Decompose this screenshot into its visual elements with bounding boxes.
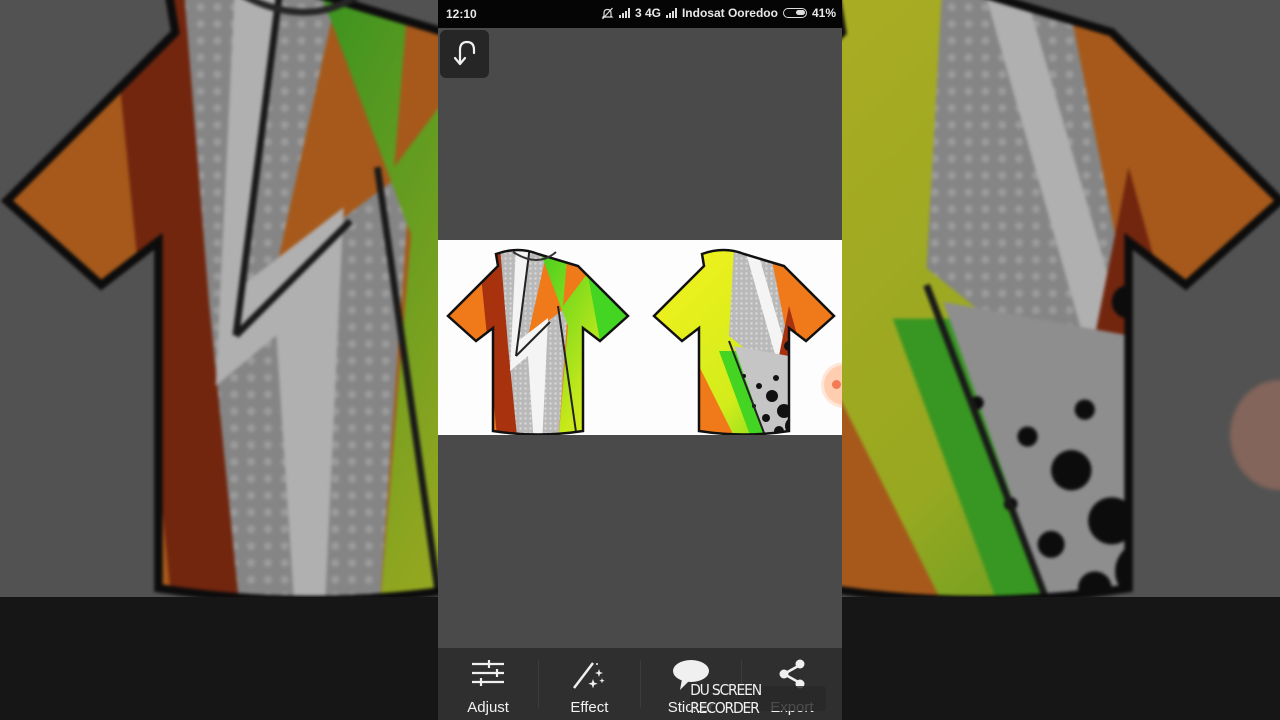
signal-icon bbox=[618, 8, 630, 18]
status-bar: 12:10 3 4G Indosat Ooredoo 41% bbox=[438, 0, 842, 28]
battery-icon bbox=[782, 8, 807, 18]
network-type: 3 4G bbox=[634, 6, 661, 20]
battery-percent: 41% bbox=[811, 6, 836, 20]
background-jersey-back bbox=[842, 0, 1280, 597]
signal-icon bbox=[665, 8, 677, 18]
status-time: 12:10 bbox=[446, 7, 477, 21]
phone-screen: 12:10 3 4G Indosat Ooredoo 41% Adjust Ef… bbox=[438, 0, 842, 720]
screen-recorder-watermark: DU SCREEN RECORDER bbox=[690, 681, 826, 717]
background-blur-pane bbox=[0, 0, 438, 597]
tool-effect[interactable]: Effect bbox=[539, 648, 639, 720]
notifications-off-icon bbox=[601, 7, 614, 19]
undo-button[interactable] bbox=[440, 30, 489, 78]
jersey-back-image[interactable] bbox=[644, 246, 842, 435]
tool-adjust[interactable]: Adjust bbox=[438, 648, 538, 720]
tool-label: Effect bbox=[570, 699, 609, 716]
undo-icon bbox=[453, 40, 475, 66]
sliders-icon bbox=[472, 660, 505, 686]
jersey-front-image[interactable] bbox=[438, 246, 638, 435]
editor-canvas[interactable] bbox=[438, 240, 842, 435]
background-right bbox=[842, 0, 1280, 720]
carrier-name: Indosat Ooredoo bbox=[681, 6, 778, 20]
background-jersey-front bbox=[0, 0, 438, 597]
background-left bbox=[0, 0, 438, 720]
background-blur-pane bbox=[842, 0, 1280, 597]
magic-wand-icon bbox=[573, 662, 606, 689]
tool-label: Adjust bbox=[467, 699, 509, 716]
